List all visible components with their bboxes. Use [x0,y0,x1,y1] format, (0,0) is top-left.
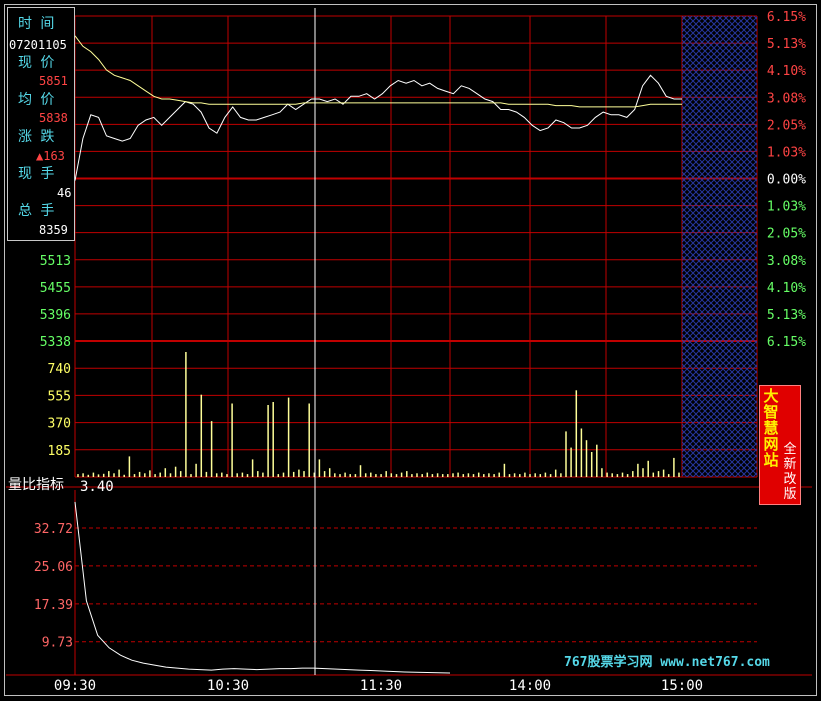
volume-tick-label: 185 [48,444,71,459]
indicator-tick-label: 25.06 [34,560,73,575]
price-tick-label: 5513 [40,254,71,269]
current-volume-label: 现 手 [18,166,55,182]
pct-tick-label: 1.03% [767,145,806,160]
quote-info-panel: 时 间 07201105 现 价 5851 均 价 5838 涨 跌 ▲163 … [7,7,75,241]
badge-title: 大智慧网站 [763,387,779,469]
price-tick-label: 5455 [40,281,71,296]
volume-tick-label: 555 [48,389,71,404]
volume-tick-label: 370 [48,417,71,432]
indicator-tick-label: 9.73 [42,636,73,651]
pct-tick-label: 3.08% [767,254,806,269]
time-axis: 09:30 10:30 11:30 14:00 15:00 [54,678,703,694]
total-volume-label: 总 手 [18,203,55,219]
pct-tick-label: 4.10% [767,64,806,79]
pct-axis: 6.15% 5.13% 4.10% 3.08% 2.05% 1.03% 0.00% 1.03%… [767,10,806,350]
intraday-chart-svg[interactable]: 6.15% 5.13% 4.10% 3.08% 2.05% 1.03% 0.00% 1.03%… [0,0,821,701]
watermark-text: 767股票学习网 www.net767.com [564,655,770,670]
current-volume-value: 46 [57,186,72,200]
price-series [74,35,682,181]
indicator-name: 量比指标 [8,477,64,493]
pct-tick-label: 3.08% [767,91,806,106]
pct-tick-label: 2.05% [767,118,806,133]
time-tick-label: 14:00 [509,678,551,694]
time-tick-label: 15:00 [661,678,703,694]
time-tick-label: 09:30 [54,678,96,694]
badge-subtitle: 全新改版 [783,442,797,502]
price-label: 现 价 [18,55,55,71]
price-value: 5851 [39,74,68,88]
price-tick-label: 5396 [40,308,71,323]
pct-tick-label: 4.10% [767,281,806,296]
time-label: 时 间 [18,16,55,32]
time-tick-label: 10:30 [207,678,249,694]
pct-tick-label: 1.03% [767,200,806,215]
promo-badge[interactable]: 大智慧网站 全新改版 [759,385,801,505]
indicator-tick-label: 32.72 [34,522,73,537]
time-value: 07201105 [9,38,67,52]
pct-tick-label: 5.13% [767,308,806,323]
avg-price-label: 均 价 [18,92,55,108]
indicator-tick-label: 17.39 [34,598,73,613]
pct-tick-label: 5.13% [767,37,806,52]
price-line [74,74,682,181]
avg-price-value: 5838 [39,111,68,125]
pct-tick-label: 2.05% [767,227,806,242]
total-volume-value: 8359 [39,223,68,237]
indicator-value: 3.40 [80,479,114,495]
chart-window: 6.15% 5.13% 4.10% 3.08% 2.05% 1.03% 0.00% 1.03%… [0,0,821,701]
future-area-hatch [682,16,757,477]
pct-tick-label: 6.15% [767,335,806,350]
time-tick-label: 11:30 [360,678,402,694]
no-data-region [682,16,757,477]
change-value: ▲163 [36,149,65,163]
pct-tick-label: 0.00% [767,173,806,188]
volume-bars [77,352,680,477]
volume-tick-label: 740 [48,362,71,377]
left-axis: 5513 5455 5396 5338 740 555 370 185 32.72 25.06 17… [34,254,73,651]
price-tick-label: 5338 [40,335,71,350]
pct-tick-label: 6.15% [767,10,806,25]
change-label: 涨 跌 [18,129,55,145]
